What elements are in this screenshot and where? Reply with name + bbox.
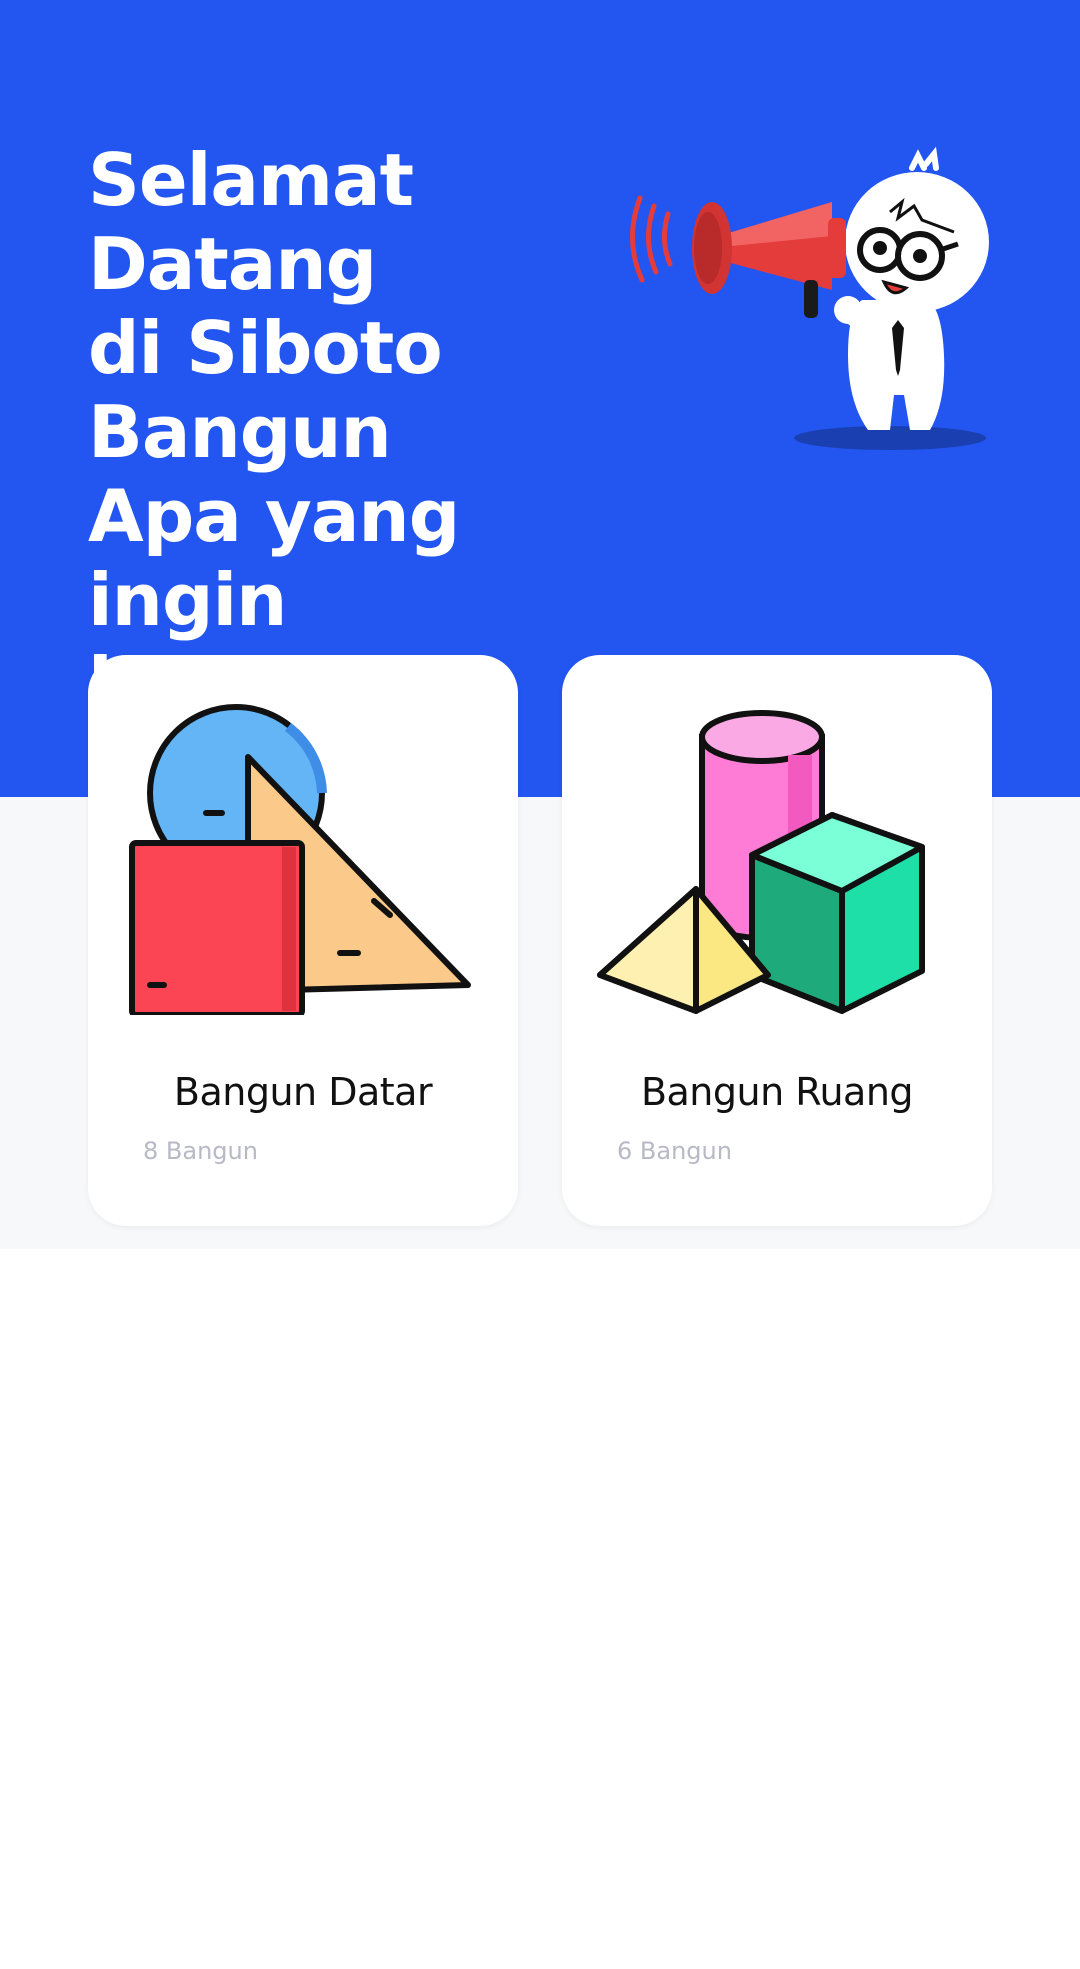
welcome-line-1: Selamat Datang	[88, 138, 414, 306]
category-card-bangun-datar[interactable]: Bangun Datar 8 Bangun	[88, 655, 518, 1226]
mascot-megaphone-icon	[630, 146, 989, 450]
category-title: Bangun Datar	[173, 1070, 433, 1114]
category-count: 6 Bangun	[617, 1137, 732, 1165]
flat-shapes-icon	[129, 704, 471, 1015]
category-card-bangun-ruang[interactable]: Bangun Ruang 6 Bangun	[562, 655, 992, 1226]
welcome-line-3: Bangun	[88, 390, 392, 474]
welcome-line-4: Apa yang ingin	[88, 474, 460, 642]
category-count: 8 Bangun	[143, 1137, 258, 1165]
welcome-line-2: di Siboto	[88, 306, 443, 390]
category-title: Bangun Ruang	[640, 1070, 914, 1114]
solid-shapes-icon	[597, 710, 925, 1014]
